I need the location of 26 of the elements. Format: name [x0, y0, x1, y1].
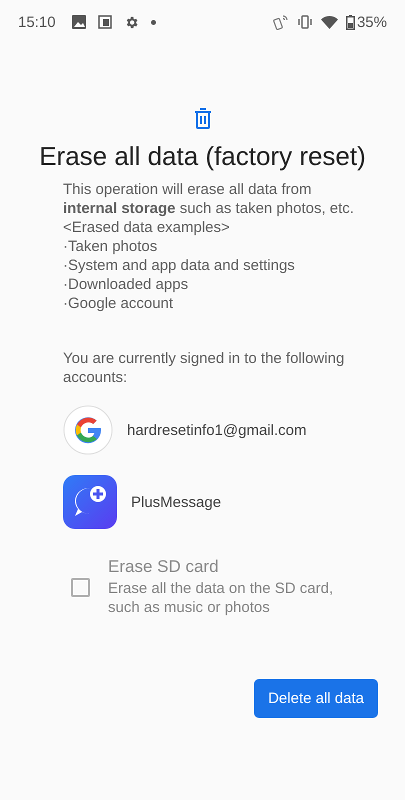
- status-time: 15:10: [18, 14, 56, 30]
- examples-heading: <Erased data examples>: [63, 218, 231, 237]
- trash-icon: [194, 108, 212, 129]
- dot-icon: [150, 20, 156, 24]
- delete-all-data-button[interactable]: Delete all data: [254, 679, 378, 718]
- settings-icon: [124, 14, 139, 30]
- description-text: This operation will erase all data from internal storage such as taken photos, etc.: [63, 180, 355, 218]
- card-icon: [98, 15, 112, 29]
- example-item: ·Taken photos: [63, 237, 158, 256]
- accounts-intro-text: You are currently signed in to the following accounts:: [63, 349, 346, 387]
- example-item: ·System and app data and settings: [63, 256, 296, 275]
- google-logo-icon: [63, 405, 113, 455]
- battery-percent: 35%: [356, 14, 387, 30]
- phone-signal-icon: [272, 14, 289, 30]
- chat-bubble-plus-icon: [63, 475, 117, 529]
- page-title: Erase all data (factory reset): [38, 141, 367, 172]
- image-icon: [72, 15, 86, 29]
- wifi-icon: [320, 15, 338, 29]
- example-item: ·Google account: [63, 294, 174, 313]
- account-label: PlusMessage: [131, 492, 222, 512]
- vibrate-icon: [296, 15, 313, 29]
- option-title: Erase SD card: [108, 557, 220, 576]
- option-summary: Erase all the data on the SD card, such as music or photos: [108, 579, 334, 617]
- account-label: hardresetinfo1@gmail.com: [127, 420, 306, 440]
- battery-icon: [346, 14, 355, 30]
- example-item: ·Downloaded apps: [63, 275, 190, 294]
